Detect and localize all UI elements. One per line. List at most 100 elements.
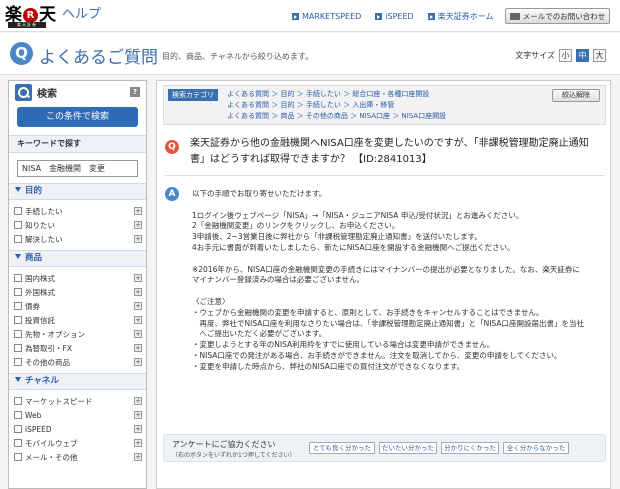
answer-body: 以下の手順でお取り寄せいただけます。 1ログイン後ウェブページ「NISA」→「N…: [192, 189, 602, 373]
checkbox[interactable]: [14, 302, 22, 310]
arrow-icon: [292, 13, 299, 20]
filter-item[interactable]: 先物・オプション +: [9, 327, 146, 341]
answer-line: 4お手元に書面が到着いたしましたら、新たにNISA口座を開設する金融機関へご提出…: [192, 242, 515, 252]
header: 楽 R 天 ヘルプ 楽天証券 MARKETSPEED iSPEED 楽天証券ホー…: [0, 0, 620, 32]
survey-mostly-clear-button[interactable]: だいたい分かった: [379, 442, 437, 454]
font-size-medium[interactable]: 中: [576, 49, 589, 62]
checkbox[interactable]: [14, 221, 22, 229]
filter-label: モバイルウェブ: [25, 438, 78, 448]
expand-plus-icon[interactable]: +: [134, 207, 142, 215]
filter-item[interactable]: Web +: [9, 408, 146, 422]
breadcrumb[interactable]: よくある質問 ＞ 商品 ＞ その他の商品 ＞ NISA口座 ＞ NISA口座開設: [227, 111, 446, 121]
mail-icon: [509, 12, 520, 20]
breadcrumb[interactable]: よくある質問 ＞ 目的 ＞ 手続したい ＞ 総合口座・各種口座開設: [227, 89, 429, 99]
expand-plus-icon[interactable]: +: [134, 288, 142, 296]
filter-item[interactable]: その他の商品 +: [9, 355, 146, 369]
filter-item[interactable]: マーケットスピード +: [9, 394, 146, 408]
filter-label: マーケットスピード: [25, 396, 93, 406]
checkbox[interactable]: [14, 453, 22, 461]
question-text: 楽天証券から他の金融機関へNISA口座を変更したいのですが、「非課税管理勘定廃止…: [190, 136, 605, 168]
link-marketspeed[interactable]: MARKETSPEED: [292, 11, 361, 22]
expand-plus-icon[interactable]: +: [134, 439, 142, 447]
category-title: 商品: [25, 253, 43, 263]
keyword-input[interactable]: NISA 金融機関 変更: [17, 160, 138, 177]
question-q-icon: Q: [165, 140, 179, 154]
category-purpose[interactable]: 目的: [9, 183, 146, 200]
arrow-icon: [375, 13, 383, 20]
filter-label: 知りたい: [25, 220, 55, 230]
answer-line: ・ウェブから金融機関の変更を申請すると、原則として、お手続きをキャンセルすること…: [192, 307, 544, 317]
filter-item[interactable]: 知りたい +: [9, 218, 146, 232]
font-size-large[interactable]: 大: [593, 49, 606, 62]
link-ispeed[interactable]: iSPEED: [375, 11, 414, 22]
checkbox[interactable]: [14, 425, 22, 433]
link-home[interactable]: 楽天証券ホーム: [427, 11, 493, 22]
filter-item[interactable]: 手続したい +: [9, 204, 146, 218]
mail-inquiry-button[interactable]: メールでのお問い合わせ: [505, 8, 610, 24]
expand-plus-icon[interactable]: +: [134, 302, 142, 310]
expand-plus-icon[interactable]: +: [134, 425, 142, 433]
survey-very-clear-button[interactable]: とても良く分かった: [309, 442, 375, 454]
help-icon[interactable]: ?: [130, 87, 140, 97]
checkbox[interactable]: [14, 235, 22, 243]
answer-line: 以下の手順でお取り寄せいただけます。: [192, 189, 327, 198]
expand-plus-icon[interactable]: +: [134, 358, 142, 366]
checkbox[interactable]: [14, 411, 22, 419]
logo-r-mark: R: [23, 7, 38, 23]
filter-label: 外国株式: [25, 287, 55, 297]
expand-plus-icon[interactable]: +: [134, 221, 142, 229]
logo-subtext: 楽天証券: [8, 22, 46, 28]
expand-plus-icon[interactable]: +: [134, 316, 142, 324]
category-channel[interactable]: チャネル: [9, 373, 146, 390]
checkbox[interactable]: [14, 344, 22, 352]
checkbox[interactable]: [14, 358, 22, 366]
search-label: 検索: [37, 88, 57, 100]
filter-item[interactable]: 外国株式 +: [9, 285, 146, 299]
answer-line: 1ログイン後ウェブページ「NISA」→「NISA・ジュニアNISA 申込/受付状…: [192, 210, 524, 220]
expand-plus-icon[interactable]: +: [134, 274, 142, 282]
category-tag: 検索カテゴリ: [168, 89, 218, 101]
keyword-heading: キーワードで探す: [9, 135, 146, 153]
expand-plus-icon[interactable]: +: [134, 411, 142, 419]
expand-plus-icon[interactable]: +: [134, 330, 142, 338]
checkbox[interactable]: [14, 207, 22, 215]
survey-unclear-button[interactable]: 分かりにくかった: [441, 442, 499, 454]
sidebar: 検索 ? この条件で検索 キーワードで探す NISA 金融機関 変更 目的 手続…: [8, 80, 147, 489]
checkbox[interactable]: [14, 316, 22, 324]
filter-item[interactable]: iSPEED +: [9, 422, 146, 436]
filter-item[interactable]: 債券 +: [9, 299, 146, 313]
mail-button-label: メールでのお問い合わせ: [522, 11, 606, 21]
answer-line: へご提出いただく必要がございます。: [192, 329, 327, 339]
checkbox[interactable]: [14, 330, 22, 338]
filter-item[interactable]: 為替取引・FX +: [9, 341, 146, 355]
answer-line: 2「金融機関変更」のリンクをクリックし、お申込ください。: [192, 221, 400, 231]
breadcrumb[interactable]: よくある質問 ＞ 目的 ＞ 手続したい ＞ 入出庫・移管: [227, 100, 394, 110]
expand-plus-icon[interactable]: +: [134, 453, 142, 461]
filter-label: 手続したい: [25, 206, 63, 216]
divider: [165, 175, 605, 176]
expand-plus-icon[interactable]: +: [134, 235, 142, 243]
filter-item[interactable]: メール・その他 +: [9, 450, 146, 464]
font-size-small[interactable]: 小: [559, 49, 572, 62]
filter-item[interactable]: 国内株式 +: [9, 271, 146, 285]
arrow-icon: [427, 13, 435, 20]
checkbox[interactable]: [14, 274, 22, 282]
checkbox[interactable]: [14, 288, 22, 296]
expand-plus-icon[interactable]: +: [134, 344, 142, 352]
help-title: ヘルプ: [62, 7, 102, 22]
checkbox[interactable]: [14, 439, 22, 447]
reset-filter-button[interactable]: 絞込解除: [552, 89, 600, 102]
category-product[interactable]: 商品: [9, 250, 146, 267]
search-button[interactable]: この条件で検索: [17, 107, 138, 127]
top-links: MARKETSPEED iSPEED 楽天証券ホーム: [292, 11, 493, 22]
filter-item[interactable]: モバイルウェブ +: [9, 436, 146, 450]
filter-item[interactable]: 解決したい +: [9, 232, 146, 246]
title-bar: Q よくあるご質問 目的、商品、チャネルから絞り込めます。 文字サイズ 小 中 …: [0, 33, 620, 75]
expand-plus-icon[interactable]: +: [134, 397, 142, 405]
checkbox[interactable]: [14, 397, 22, 405]
survey-note: （右のボタンをいずれか1つ押してください）: [172, 452, 296, 459]
survey-not-clear-button[interactable]: 全く分からなかった: [503, 442, 569, 454]
question-icon: Q: [10, 42, 33, 65]
font-size-label: 文字サイズ: [515, 51, 555, 60]
filter-item[interactable]: 投資信託 +: [9, 313, 146, 327]
